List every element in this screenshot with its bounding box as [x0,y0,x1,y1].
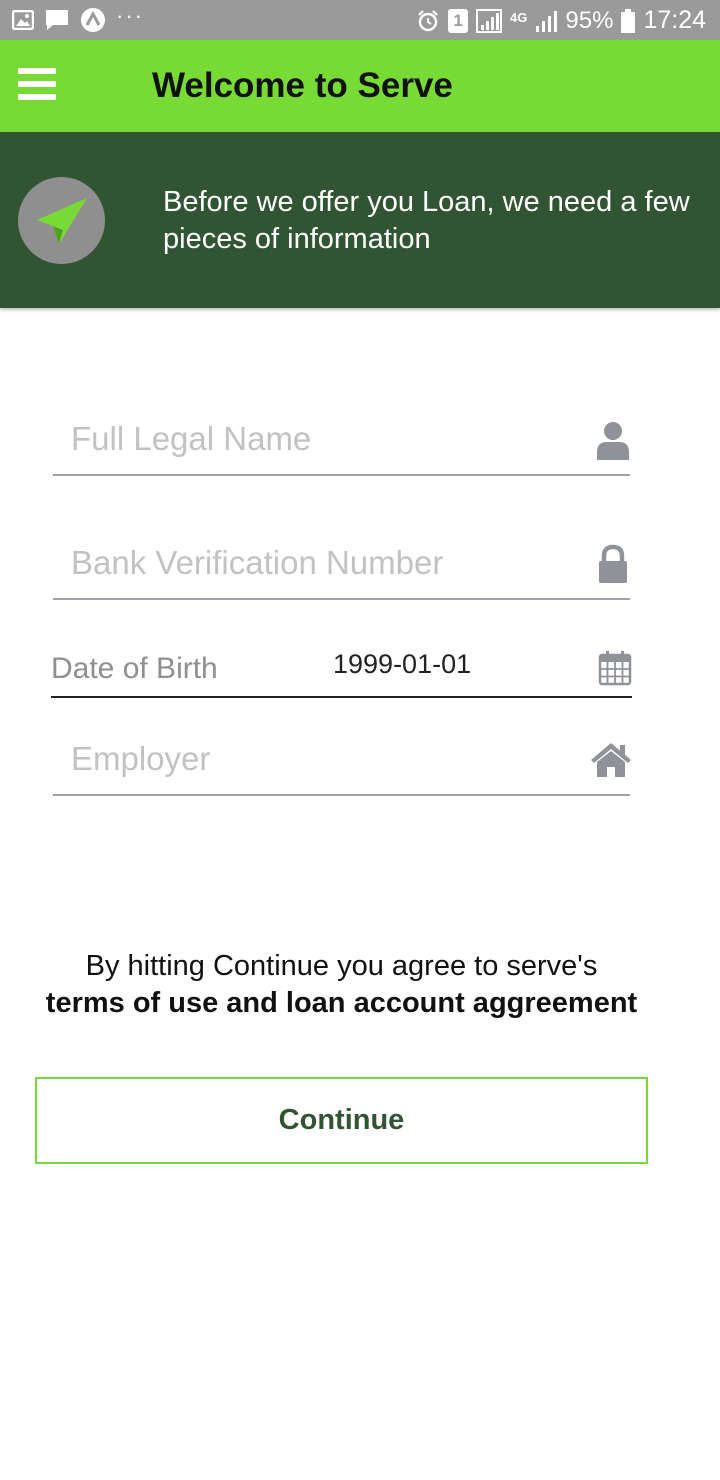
person-icon [597,422,629,460]
gallery-notification-icon [12,10,34,30]
hamburger-menu-icon[interactable] [18,68,56,102]
alarm-icon [418,9,438,31]
more-notifications-indicator: ··· [116,3,144,28]
page-title: Welcome to Serve [152,66,453,105]
continue-button[interactable]: Continue [35,1077,648,1164]
status-right: 1 4G 95% 17:24 [416,6,706,35]
agreement-text: By hitting Continue you agree to serve's [85,950,598,982]
battery-icon [621,8,636,33]
home-icon [591,743,631,777]
app-bar: Welcome to Serve [0,40,720,132]
status-left: ··· [12,3,144,33]
calendar-icon[interactable] [598,650,632,686]
network-type: 4G [510,9,528,25]
full-name-input[interactable] [71,420,571,458]
battery-percent: 95% [565,6,614,34]
status-bar: ··· 1 4G 95% 17:24 [0,0,720,40]
agreement-notice: By hitting Continue you agree to serve's… [0,948,683,1022]
employer-field [53,726,631,796]
banner-message: Before we offer you Loan, we need a few … [163,186,690,255]
info-banner: Before we offer you Loan, we need a few … [0,132,720,308]
employer-input[interactable] [71,740,571,778]
sim-badge: 1 [448,8,469,33]
dob-value[interactable]: 1999-01-01 [333,649,471,680]
full-name-field [53,406,630,476]
message-notification-icon [46,10,68,30]
lock-icon [599,544,627,583]
signal-bars-icon [536,10,558,32]
paper-plane-icon [18,177,105,264]
terms-link[interactable]: terms of use and loan account aggreement [0,985,683,1022]
bvn-field [53,530,630,600]
clock: 17:24 [643,6,706,34]
bvn-input[interactable] [71,544,571,582]
app-notification-icon [81,8,105,32]
dob-label: Date of Birth [51,652,218,685]
signal-strength-icon [476,8,503,33]
dob-field[interactable]: Date of Birth 1999-01-01 [51,640,632,698]
